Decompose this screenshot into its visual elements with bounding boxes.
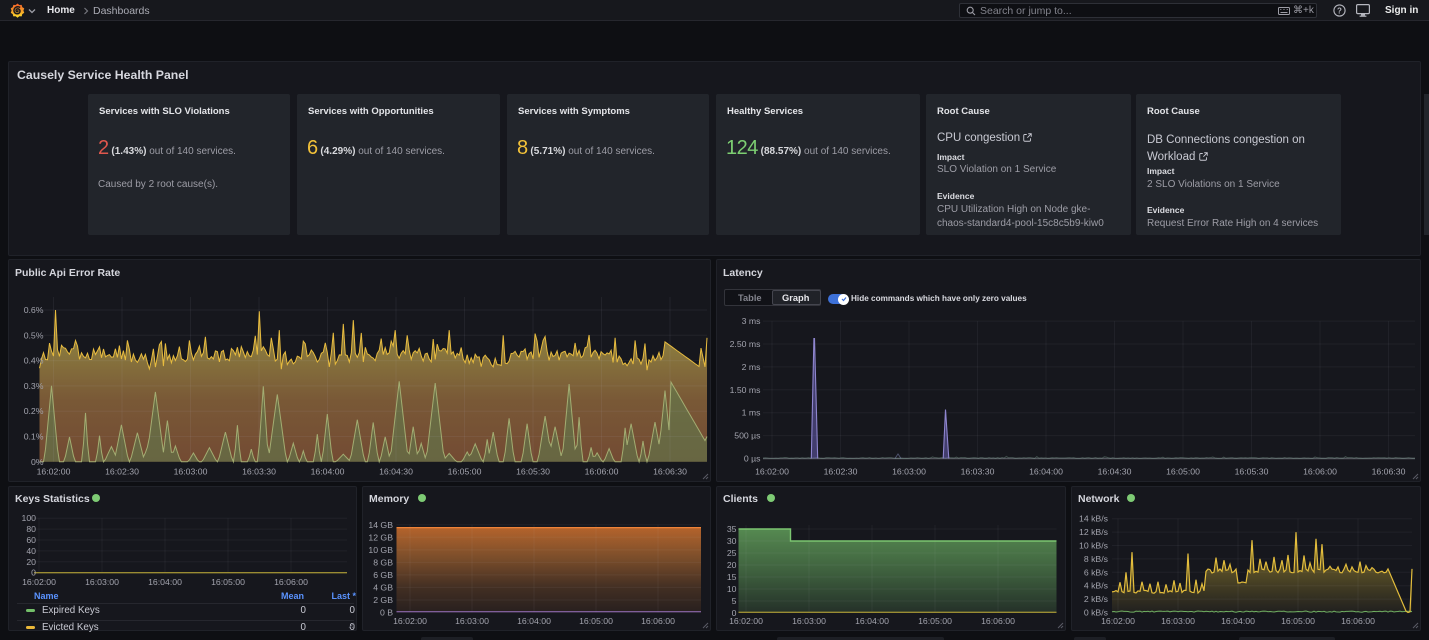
- svg-text:10 GB: 10 GB: [368, 545, 393, 555]
- svg-text:16:05:00: 16:05:00: [918, 616, 952, 626]
- svg-text:6 kB/s: 6 kB/s: [1084, 567, 1109, 577]
- svg-text:10: 10: [727, 584, 737, 594]
- svg-text:16:02:30: 16:02:30: [105, 467, 139, 477]
- svg-text:15: 15: [727, 572, 737, 582]
- svg-text:0 µs: 0 µs: [744, 454, 761, 464]
- svg-text:0 B: 0 B: [380, 608, 393, 618]
- svg-text:80: 80: [26, 524, 36, 534]
- svg-text:16:06:30: 16:06:30: [1372, 467, 1406, 477]
- svg-text:16:06:00: 16:06:00: [1303, 467, 1337, 477]
- svg-text:16:03:00: 16:03:00: [892, 467, 926, 477]
- svg-text:4 kB/s: 4 kB/s: [1084, 581, 1109, 591]
- svg-text:16:03:00: 16:03:00: [792, 616, 826, 626]
- svg-text:16:05:00: 16:05:00: [579, 616, 613, 626]
- svg-text:40: 40: [26, 546, 36, 556]
- svg-text:16:06:00: 16:06:00: [585, 467, 619, 477]
- svg-text:14 kB/s: 14 kB/s: [1079, 514, 1109, 524]
- svg-text:6 GB: 6 GB: [373, 570, 393, 580]
- svg-text:16:06:00: 16:06:00: [981, 616, 1015, 626]
- svg-text:4 GB: 4 GB: [373, 582, 393, 592]
- svg-text:20: 20: [26, 557, 36, 567]
- svg-text:8 kB/s: 8 kB/s: [1084, 554, 1109, 564]
- svg-text:16:03:00: 16:03:00: [174, 467, 208, 477]
- svg-text:12 kB/s: 12 kB/s: [1079, 527, 1109, 537]
- svg-text:14 GB: 14 GB: [368, 520, 393, 530]
- svg-text:16:04:00: 16:04:00: [148, 577, 182, 587]
- svg-text:3 ms: 3 ms: [742, 316, 761, 326]
- svg-text:0.2%: 0.2%: [24, 406, 44, 416]
- svg-text:12 GB: 12 GB: [368, 532, 393, 542]
- svg-text:?: ?: [1337, 6, 1342, 15]
- svg-text:5: 5: [732, 596, 737, 606]
- svg-text:16:06:00: 16:06:00: [641, 616, 675, 626]
- svg-text:16:02:00: 16:02:00: [393, 616, 427, 626]
- svg-text:16:03:00: 16:03:00: [1161, 616, 1195, 626]
- svg-text:25: 25: [727, 548, 737, 558]
- svg-text:0%: 0%: [31, 457, 44, 467]
- svg-text:10 kB/s: 10 kB/s: [1079, 541, 1109, 551]
- svg-text:16:02:00: 16:02:00: [755, 467, 789, 477]
- svg-text:16:03:30: 16:03:30: [961, 467, 995, 477]
- svg-text:500 µs: 500 µs: [734, 431, 761, 441]
- svg-text:20: 20: [727, 560, 737, 570]
- svg-text:16:03:00: 16:03:00: [455, 616, 489, 626]
- svg-text:16:04:30: 16:04:30: [1098, 467, 1132, 477]
- svg-text:16:05:00: 16:05:00: [1281, 616, 1315, 626]
- svg-text:16:04:00: 16:04:00: [1221, 616, 1255, 626]
- svg-text:16:04:30: 16:04:30: [379, 467, 413, 477]
- svg-text:16:05:00: 16:05:00: [1166, 467, 1200, 477]
- svg-text:100: 100: [22, 513, 37, 523]
- svg-text:16:02:00: 16:02:00: [1101, 616, 1135, 626]
- svg-text:16:02:30: 16:02:30: [824, 467, 858, 477]
- svg-text:16:05:30: 16:05:30: [1235, 467, 1269, 477]
- svg-text:16:02:00: 16:02:00: [37, 467, 71, 477]
- svg-text:16:03:00: 16:03:00: [85, 577, 119, 587]
- svg-text:16:04:00: 16:04:00: [517, 616, 551, 626]
- svg-text:30: 30: [727, 536, 737, 546]
- svg-text:16:02:00: 16:02:00: [729, 616, 763, 626]
- svg-text:0.1%: 0.1%: [24, 432, 44, 442]
- svg-text:16:04:00: 16:04:00: [311, 467, 345, 477]
- svg-text:16:03:30: 16:03:30: [242, 467, 276, 477]
- svg-text:16:04:00: 16:04:00: [1029, 467, 1063, 477]
- svg-text:60: 60: [26, 535, 36, 545]
- svg-text:1 ms: 1 ms: [742, 408, 761, 418]
- svg-text:0.5%: 0.5%: [24, 330, 44, 340]
- svg-text:16:06:00: 16:06:00: [1341, 616, 1375, 626]
- svg-text:1.50 ms: 1.50 ms: [730, 385, 762, 395]
- svg-text:0.3%: 0.3%: [24, 381, 44, 391]
- svg-text:16:05:30: 16:05:30: [516, 467, 550, 477]
- svg-text:16:05:00: 16:05:00: [211, 577, 245, 587]
- svg-text:2.50 ms: 2.50 ms: [730, 339, 762, 349]
- svg-text:2 GB: 2 GB: [373, 595, 393, 605]
- svg-text:16:06:00: 16:06:00: [274, 577, 308, 587]
- svg-text:0.4%: 0.4%: [24, 356, 44, 366]
- svg-text:2 kB/s: 2 kB/s: [1084, 594, 1109, 604]
- svg-text:8 GB: 8 GB: [373, 557, 393, 567]
- svg-text:16:02:00: 16:02:00: [22, 577, 56, 587]
- svg-text:16:04:00: 16:04:00: [855, 616, 889, 626]
- svg-text:16:06:30: 16:06:30: [653, 467, 687, 477]
- svg-text:2 ms: 2 ms: [742, 362, 761, 372]
- svg-text:0.6%: 0.6%: [24, 305, 44, 315]
- svg-text:35: 35: [727, 524, 737, 534]
- svg-text:16:05:00: 16:05:00: [448, 467, 482, 477]
